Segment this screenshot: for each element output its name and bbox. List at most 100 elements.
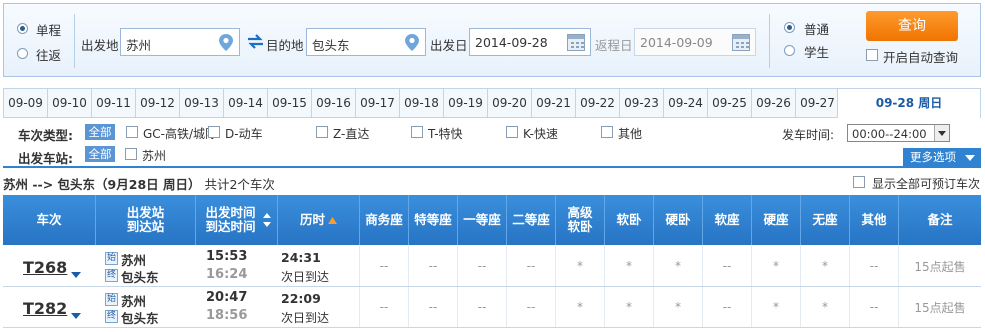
col-soft-seat: 软座 [702, 195, 751, 245]
col-soft-sleeper: 软卧 [604, 195, 653, 245]
depart-time-value: 00:00--24:00 [852, 127, 927, 141]
train-type-checkbox[interactable] [601, 126, 613, 138]
col-other: 其他 [849, 195, 898, 245]
search-button[interactable]: 查询 [866, 11, 958, 41]
sale-note: 15点起售 [898, 287, 981, 327]
tab-date[interactable]: 09-11 [91, 88, 135, 118]
train-number-link[interactable]: T268 [23, 258, 67, 277]
train-type-option-label: Z-直达 [333, 127, 370, 141]
train-type-all-button[interactable]: 全部 [85, 124, 115, 140]
station-all-button[interactable]: 全部 [85, 146, 115, 162]
tab-date[interactable]: 09-18 [399, 88, 443, 118]
more-options-button[interactable]: 更多选项 [903, 148, 981, 167]
tab-date[interactable]: 09-19 [443, 88, 487, 118]
calendar-icon[interactable] [567, 34, 585, 51]
table-header: 车次 出发站 到达站 出发时间 到达时间 历时 商务座 特等座 一等座 二等座 … [3, 195, 981, 245]
round-trip-radio[interactable] [17, 48, 28, 59]
col-first: 一等座 [457, 195, 506, 245]
student-ticket-label: 学生 [804, 45, 830, 60]
auto-query-checkbox[interactable] [866, 49, 878, 61]
station-checkbox[interactable] [125, 148, 137, 160]
calendar-icon[interactable] [732, 34, 750, 51]
swap-icon[interactable] [247, 34, 264, 49]
from-station-input[interactable]: 苏州 [120, 28, 240, 56]
duration: 22:09 [281, 291, 321, 306]
table-row: T282 始苏州终包头东 20:47 18:56 22:09 次日到达 -- -- -- -- * *… [3, 287, 981, 328]
tab-date[interactable]: 09-20 [487, 88, 531, 118]
expand-triangle-icon[interactable] [71, 313, 81, 319]
seat-availability: * [555, 287, 604, 327]
auto-query-label: 开启自动查询 [883, 50, 959, 65]
normal-ticket-label: 普通 [804, 22, 830, 37]
train-type-checkbox[interactable] [208, 126, 220, 138]
return-label: 返程日 [595, 38, 633, 53]
col-duration[interactable]: 历时 [277, 195, 359, 245]
divider [3, 166, 981, 168]
train-type-checkbox[interactable] [506, 126, 518, 138]
tab-date[interactable]: 09-16 [311, 88, 355, 118]
depart-time-label: 发车时间: [782, 128, 835, 142]
chevron-down-icon [934, 125, 949, 141]
tab-date[interactable]: 09-10 [47, 88, 91, 118]
return-date-input[interactable]: 2014-09-09 [634, 28, 756, 56]
student-ticket-radio[interactable] [784, 45, 795, 56]
tab-date[interactable]: 09-22 [575, 88, 619, 118]
tab-date[interactable]: 09-15 [267, 88, 311, 118]
tab-date[interactable]: 09-13 [179, 88, 223, 118]
arrival-day: 次日到达 [281, 311, 330, 325]
depart-time-select[interactable]: 00:00--24:00 [847, 124, 950, 142]
tab-date[interactable]: 09-21 [531, 88, 575, 118]
train-type-option-label: GC-高铁/城际 [143, 127, 218, 141]
tab-date[interactable]: 09-23 [619, 88, 663, 118]
tab-date[interactable]: 09-09 [3, 88, 47, 118]
sort-asc-icon[interactable] [328, 216, 337, 224]
depart-time: 20:47 [206, 290, 248, 305]
train-type-checkbox[interactable] [411, 126, 423, 138]
col-note: 备注 [898, 195, 981, 245]
depart-date-input[interactable]: 2014-09-28 [469, 28, 591, 56]
col-special: 特等座 [408, 195, 457, 245]
tab-date[interactable]: 09-12 [135, 88, 179, 118]
seat-availability: * [653, 246, 702, 286]
seat-availability: * [751, 287, 800, 327]
train-number-link[interactable]: T282 [23, 299, 67, 318]
train-type-checkbox[interactable] [126, 126, 138, 138]
normal-ticket-radio[interactable] [784, 22, 795, 33]
seat-availability: * [604, 287, 653, 327]
sort-icon[interactable] [263, 212, 271, 228]
sale-note: 15点起售 [898, 246, 981, 286]
tab-date[interactable]: 09-17 [355, 88, 399, 118]
to-station-input[interactable]: 包头东 [306, 28, 426, 56]
terminal-station-icon: 终 [105, 310, 118, 323]
one-way-radio[interactable] [17, 23, 28, 34]
arrive-time: 16:24 [206, 267, 248, 282]
tab-active-date[interactable]: 09-28 周日 [837, 88, 981, 118]
route-text: 苏州 --> 包头东（9月28日 周日） [3, 177, 201, 192]
tab-date[interactable]: 09-26 [751, 88, 795, 118]
tab-date[interactable]: 09-27 [795, 88, 839, 118]
tab-date[interactable]: 09-24 [663, 88, 707, 118]
show-all-checkbox[interactable] [853, 176, 865, 188]
col-train: 车次 [36, 212, 62, 227]
col-business: 商务座 [359, 195, 408, 245]
seat-availability: * [653, 287, 702, 327]
seat-availability: -- [359, 287, 408, 327]
tab-date[interactable]: 09-14 [223, 88, 267, 118]
train-type-option-label: T-特快 [428, 127, 463, 141]
divider [74, 14, 75, 68]
arrival-day: 次日到达 [281, 270, 330, 284]
round-trip-label: 往返 [36, 48, 62, 63]
col-hard-seat: 硬座 [751, 195, 800, 245]
seat-availability: * [800, 246, 849, 286]
to-label: 目的地 [266, 38, 304, 53]
tab-date[interactable]: 09-25 [707, 88, 751, 118]
location-pin-icon [405, 34, 419, 51]
station-option-label: 苏州 [142, 149, 167, 163]
train-type-option-label: K-快速 [523, 127, 558, 141]
col-station-to: 到达站 [126, 219, 165, 234]
train-type-checkbox[interactable] [316, 126, 328, 138]
expand-triangle-icon[interactable] [71, 272, 81, 278]
col-times[interactable]: 出发时间 到达时间 [195, 195, 277, 245]
seat-availability: -- [506, 246, 555, 286]
train-type-option-label: D-动车 [225, 127, 263, 141]
